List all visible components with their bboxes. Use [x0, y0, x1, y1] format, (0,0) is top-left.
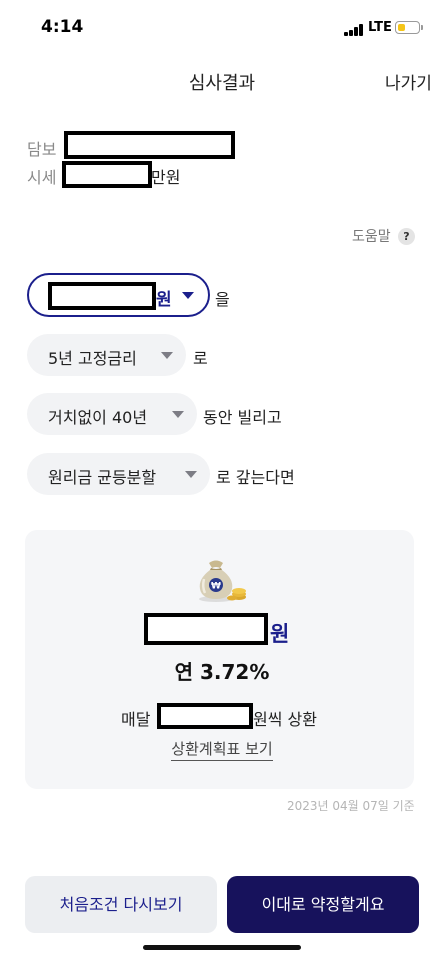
loan-term-suffix: 동안 빌리고: [203, 408, 282, 427]
rate-type-suffix: 로: [193, 349, 208, 368]
chevron-down-icon: [161, 352, 173, 359]
svg-text:₩: ₩: [211, 582, 221, 592]
repayment-schedule-link[interactable]: 상환계획표 보기: [0, 738, 444, 761]
repayment-method-dropdown[interactable]: 원리금 균등분할: [27, 453, 210, 495]
loan-amount-dropdown[interactable]: 원: [27, 273, 210, 317]
rate-type-value: 5년 고정금리: [48, 349, 137, 368]
agree-contract-button[interactable]: 이대로 약정할게요: [227, 876, 419, 933]
exit-button[interactable]: 나가기: [385, 69, 432, 94]
home-indicator: [143, 945, 301, 950]
loan-result-unit: 원: [270, 622, 290, 646]
repayment-schedule-label[interactable]: 상환계획표 보기: [171, 740, 273, 761]
redacted-loan-amount: [48, 282, 156, 310]
status-time: 4:14: [41, 17, 84, 37]
cellular-signal-icon: [344, 24, 364, 36]
chevron-down-icon: [182, 292, 194, 299]
loan-amount-unit: 원: [156, 290, 172, 310]
reference-date: 2023년 04월 07일 기준: [287, 799, 415, 813]
monthly-payment-prefix: 매달: [121, 710, 151, 729]
loan-term-value: 거치없이 40년: [48, 408, 148, 427]
battery-icon: [395, 21, 420, 34]
status-bar: 4:14 LTE: [0, 0, 444, 56]
redacted-collateral-address: [64, 131, 235, 159]
question-icon[interactable]: ?: [398, 228, 415, 245]
reset-conditions-button[interactable]: 처음조건 다시보기: [25, 876, 217, 933]
monthly-payment-suffix: 원씩 상환: [253, 710, 317, 729]
redacted-loan-result-amount: [144, 613, 268, 645]
repayment-method-suffix: 로 갚는다면: [216, 468, 295, 487]
chevron-down-icon: [172, 411, 184, 418]
help-link[interactable]: 도움말: [352, 226, 391, 246]
loan-amount-suffix: 을: [215, 290, 230, 309]
battery-level: [397, 23, 406, 31]
redacted-market-price: [62, 161, 152, 188]
market-price-unit: 만원: [151, 168, 181, 187]
battery-cap: [421, 25, 423, 30]
loan-term-dropdown[interactable]: 거치없이 40년: [27, 393, 197, 435]
collateral-label: 담보: [27, 140, 57, 159]
interest-rate: 연 3.72%: [174, 660, 270, 684]
redacted-monthly-payment: [157, 703, 253, 729]
repayment-method-value: 원리금 균등분할: [48, 468, 157, 487]
market-price-label: 시세: [27, 168, 57, 187]
network-type: LTE: [368, 20, 392, 35]
rate-type-dropdown[interactable]: 5년 고정금리: [27, 334, 186, 376]
money-bag-icon: ₩: [199, 560, 246, 602]
page-title: 심사결과: [188, 73, 256, 94]
chevron-down-icon: [185, 471, 197, 478]
